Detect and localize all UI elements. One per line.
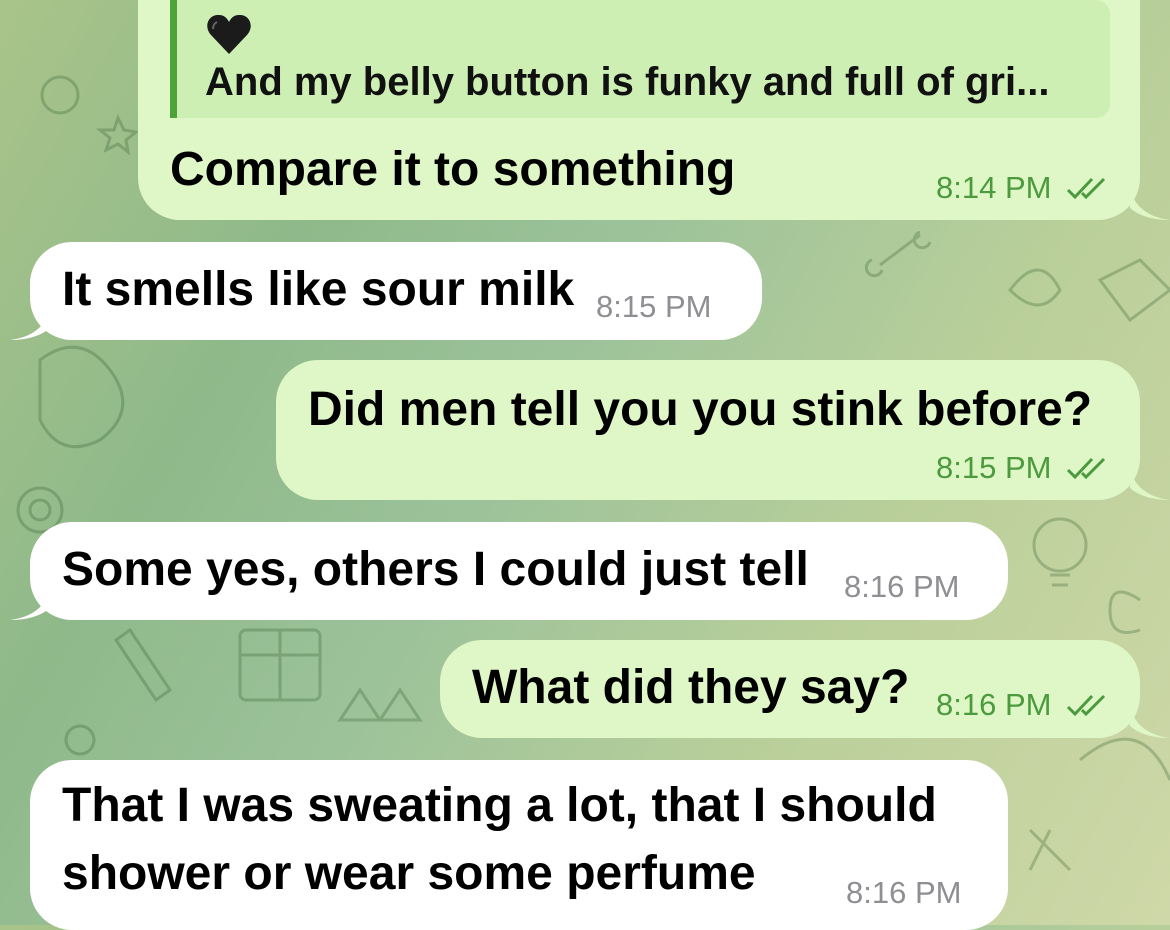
- bubble-tail: [1130, 708, 1170, 738]
- time-label: 8:15 PM: [936, 450, 1052, 485]
- message-text-line-1: That I was sweating a lot, that I should: [62, 779, 937, 832]
- message-time: 8:14 PM: [936, 170, 1110, 206]
- time-label: 8:14 PM: [936, 170, 1052, 205]
- message-text-line-2: shower or wear some perfume: [62, 847, 756, 900]
- black-heart-icon: [207, 14, 251, 54]
- read-checkmarks-icon: [1067, 177, 1106, 200]
- bubble-tail: [10, 310, 50, 340]
- message-text: What did they say?: [472, 661, 910, 714]
- message-bubble-incoming[interactable]: It smells like sour milk 8:15 PM: [10, 242, 762, 340]
- message-time: 8:15 PM: [936, 450, 1110, 486]
- bubble-tail: [1130, 470, 1170, 500]
- message-bubble-outgoing[interactable]: Did men tell you you stink before? 8:15 …: [276, 360, 1170, 500]
- message-time: 8:16 PM: [846, 875, 962, 910]
- bubble-tail: [10, 590, 50, 620]
- read-checkmarks-icon: [1067, 694, 1106, 717]
- message-text: Compare it to something: [170, 143, 736, 196]
- read-checkmarks-icon: [1067, 457, 1106, 480]
- time-label: 8:16 PM: [936, 687, 1052, 722]
- message-bubble-outgoing[interactable]: And my belly button is funky and full of…: [138, 0, 1170, 220]
- reply-text: And my belly button is funky and full of…: [205, 60, 1050, 104]
- message-bubble-incoming[interactable]: Some yes, others I could just tell 8:16 …: [10, 522, 1008, 620]
- reply-preview[interactable]: And my belly button is funky and full of…: [170, 0, 1110, 118]
- message-time: 8:15 PM: [596, 289, 712, 324]
- message-text: It smells like sour milk: [62, 263, 575, 316]
- message-time: 8:16 PM: [844, 569, 960, 604]
- message-bubble-incoming[interactable]: That I was sweating a lot, that I should…: [30, 760, 1008, 930]
- message-text: Some yes, others I could just tell: [62, 543, 809, 596]
- message-time: 8:16 PM: [936, 687, 1110, 723]
- message-bubble-outgoing[interactable]: What did they say? 8:16 PM: [440, 640, 1170, 738]
- bubble-tail: [1130, 190, 1170, 220]
- message-text: Did men tell you you stink before?: [308, 383, 1093, 436]
